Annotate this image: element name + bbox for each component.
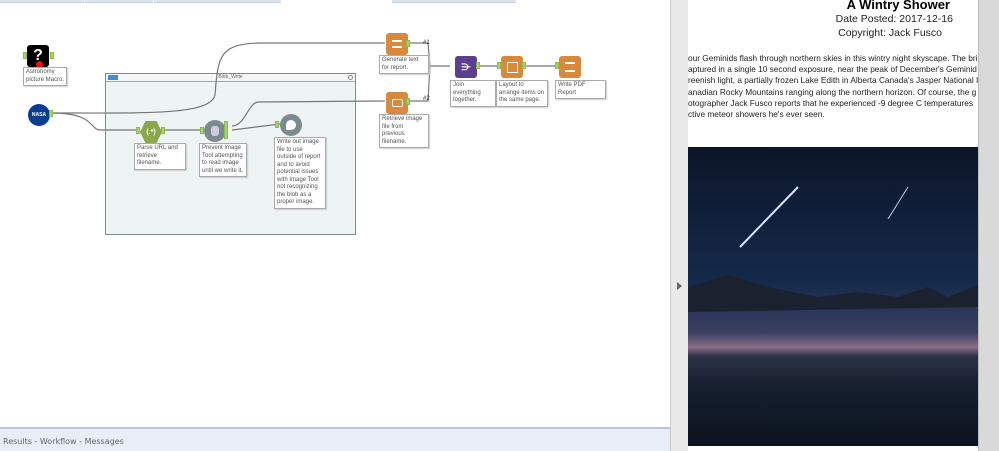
input-anchor[interactable]: [23, 52, 27, 59]
output-anchors[interactable]: [224, 121, 228, 139]
output-anchor[interactable]: [522, 62, 526, 69]
workflow-canvas[interactable]: Blob_Write ? Astronomy picture Macro. NA…: [0, 0, 670, 425]
note-join: Join everything together.: [450, 80, 496, 107]
nasa-input-tool[interactable]: NASA: [28, 104, 50, 126]
output-anchor[interactable]: [476, 62, 480, 69]
vertical-scrollbar[interactable]: [978, 0, 999, 451]
wire: [51, 42, 385, 114]
report-title: A Wintry Shower: [846, 0, 950, 12]
meteor-photo: [688, 147, 978, 446]
layout-icon: [506, 61, 518, 73]
report-preview: A Wintry Shower Date Posted: 2017-12-16 …: [688, 0, 978, 451]
note-layout: Layout to arrange items on the same page…: [496, 80, 548, 107]
output-anchor[interactable]: [50, 52, 54, 59]
connection-label-1: #1: [423, 40, 430, 46]
input-anchor[interactable]: [555, 62, 559, 69]
output-anchor[interactable]: [406, 40, 410, 47]
text-line: reenish light, a partially frozen Lake E…: [688, 75, 978, 86]
expand-arrow-icon[interactable]: [677, 282, 682, 290]
meteor-streaks: [688, 186, 978, 312]
image-tool[interactable]: [386, 92, 408, 114]
document-icon: [565, 62, 575, 72]
note-write-blob: Write out image file to use outside of r…: [274, 137, 326, 209]
join-icon: ⋺: [461, 61, 471, 72]
note-pdf: Write PDF Report: [555, 80, 606, 99]
note-gen-text: Generate text for report.: [379, 55, 429, 74]
results-label[interactable]: Results - Workflow - Messages: [3, 437, 124, 446]
blob-icon: [286, 120, 296, 130]
blob-output-tool[interactable]: [280, 114, 302, 136]
panel-splitter[interactable]: [670, 0, 688, 451]
input-anchor[interactable]: [275, 121, 279, 128]
hand-icon: [211, 126, 219, 136]
render-tool[interactable]: [559, 56, 581, 78]
connection-label-2: #2: [423, 96, 430, 102]
text-line: anadian Rocky Mountains ranging along th…: [688, 86, 977, 97]
report-description: our Geminids flash through northern skie…: [688, 53, 978, 120]
note-parse: Parse URL and retrieve filename.: [134, 143, 186, 170]
input-anchor[interactable]: [497, 62, 501, 69]
text-line: our Geminids flash through northern skie…: [688, 53, 978, 63]
text-line: aptured in a single 10 second exposure, …: [688, 64, 977, 75]
layout-tool[interactable]: [501, 56, 523, 78]
input-anchor[interactable]: [200, 127, 204, 134]
wire: [231, 123, 281, 131]
note-macro: Astronomy picture Macro.: [23, 67, 67, 86]
camera-icon: [391, 99, 403, 107]
report-date: Date Posted: 2017-12-16: [835, 13, 953, 25]
output-anchor[interactable]: [49, 110, 53, 117]
report-text-tool[interactable]: [386, 33, 408, 55]
layout-join-tool[interactable]: ⋺: [455, 56, 477, 78]
report-copyright: Copyright: Jack Fusco: [838, 27, 942, 39]
text-line: ctive meteor showers he's ever seen.: [688, 109, 825, 120]
input-anchor[interactable]: [136, 127, 140, 134]
output-anchor[interactable]: [161, 127, 165, 134]
text-line: otographer Jack Fusco reports that he ex…: [688, 97, 974, 108]
wire: [51, 112, 136, 131]
block-until-done-tool[interactable]: [204, 120, 226, 142]
wire: [231, 100, 386, 127]
results-panel-tabs[interactable]: Results - Workflow - Messages: [0, 427, 670, 451]
nasa-logo: NASA: [31, 112, 47, 118]
text-icon: [392, 40, 402, 48]
note-retrieve: Retrieve image file from previous filena…: [379, 114, 429, 148]
note-prevent: Prevent Image Tool attempting to read im…: [199, 143, 247, 177]
output-anchor[interactable]: [406, 98, 410, 105]
